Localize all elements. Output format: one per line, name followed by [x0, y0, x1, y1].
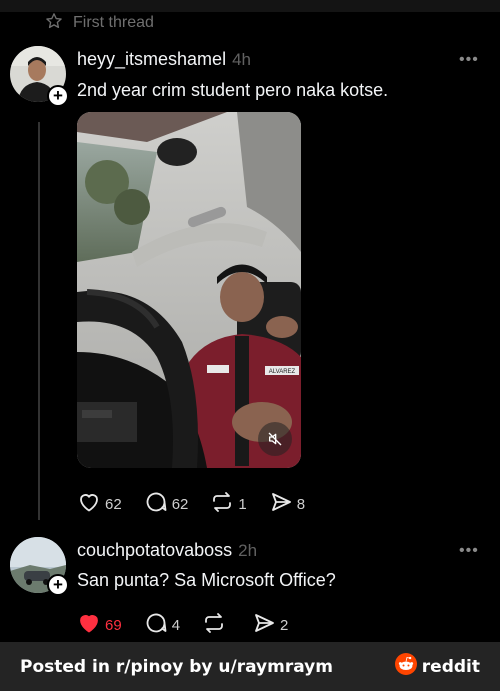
heart-filled-icon: [77, 611, 101, 640]
comment-icon: [144, 490, 168, 519]
post-header: couchpotatovaboss 2h: [77, 540, 257, 561]
repost-button[interactable]: 1: [210, 490, 247, 519]
comment-button[interactable]: 4: [144, 611, 180, 640]
like-button[interactable]: 62: [77, 490, 122, 519]
first-thread-header[interactable]: First thread: [45, 12, 154, 35]
repost-icon: [202, 611, 226, 640]
post-text: 2nd year crim student pero naka kotse.: [77, 80, 389, 100]
post-time: 4h: [232, 50, 251, 69]
send-icon: [252, 611, 276, 640]
reddit-logo-icon: [394, 653, 417, 680]
post-time: 2h: [238, 541, 258, 560]
post-text: San punta? Sa Microsoft Office?: [77, 570, 336, 590]
post-video[interactable]: ALVAREZ: [77, 112, 301, 468]
comment-icon: [144, 611, 168, 640]
heart-icon: [77, 490, 101, 519]
like-count: 69: [105, 617, 122, 634]
like-button[interactable]: 69: [77, 611, 122, 640]
follow-plus-button[interactable]: +: [47, 574, 69, 596]
uniform-name-tag: ALVAREZ: [269, 369, 296, 375]
post-actions: 62 62 1 8: [77, 490, 327, 519]
username[interactable]: heyy_itsmeshamel: [77, 49, 226, 70]
share-button[interactable]: 8: [269, 490, 305, 519]
star-icon: [45, 12, 63, 35]
reddit-wordmark: reddit: [421, 656, 480, 677]
comment-count: 4: [171, 617, 181, 634]
thread-connector-line: [38, 122, 40, 520]
like-count: 62: [105, 496, 122, 513]
post-header: heyy_itsmeshamel 4h: [77, 49, 251, 70]
share-count: 2: [280, 617, 289, 634]
repost-icon: [210, 490, 234, 519]
comment-count: 62: [171, 496, 189, 513]
follow-plus-button[interactable]: +: [47, 85, 69, 107]
first-thread-label: First thread: [73, 14, 154, 31]
repost-button[interactable]: [202, 611, 230, 640]
reddit-brand: reddit: [394, 653, 480, 680]
more-options-button[interactable]: •••: [459, 51, 479, 69]
username[interactable]: couchpotatovaboss: [77, 540, 232, 561]
reddit-credit-footer: Posted in r/pinoy by u/raymraym reddit: [0, 642, 500, 691]
post-credit: Posted in r/pinoy by u/raymraym: [20, 656, 333, 677]
share-count: 8: [296, 496, 306, 513]
more-options-button[interactable]: •••: [459, 542, 479, 560]
mute-button[interactable]: [258, 422, 292, 456]
share-button[interactable]: 2: [252, 611, 288, 640]
comment-button[interactable]: 62: [144, 490, 189, 519]
speaker-muted-icon: [267, 431, 283, 447]
send-icon: [269, 490, 293, 519]
post-actions: 69 4 2: [77, 611, 310, 640]
top-bar: [0, 0, 500, 12]
repost-count: 1: [238, 496, 247, 513]
